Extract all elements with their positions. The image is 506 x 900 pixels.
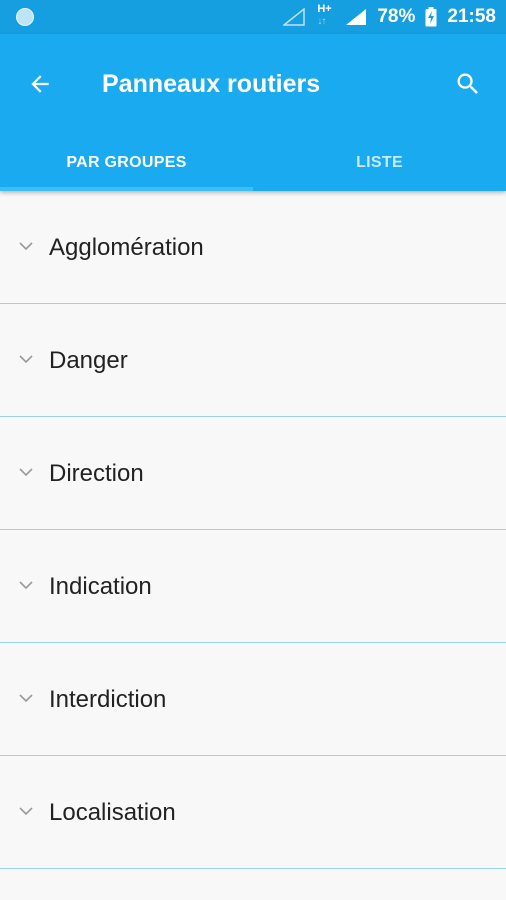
tab-par-groupes[interactable]: PAR GROUPES <box>0 134 253 191</box>
network-type-icon: H+ ↓↑ <box>317 3 332 27</box>
group-item-direction[interactable]: Direction <box>0 417 506 530</box>
group-item-danger[interactable]: Danger <box>0 304 506 417</box>
chevron-down-icon <box>19 807 33 816</box>
tab-bar: PAR GROUPES LISTE <box>0 134 506 191</box>
chevron-down-icon <box>19 468 33 477</box>
group-label: Interdiction <box>49 686 167 713</box>
group-label: Danger <box>49 347 128 374</box>
status-bar: H+ ↓↑ 78% 21:58 <box>0 0 506 34</box>
app-bar: Panneaux routiers PAR GROUPES LISTE <box>0 34 506 191</box>
chevron-down-icon <box>19 242 33 251</box>
group-label: Indication <box>49 573 152 600</box>
back-button[interactable] <box>22 66 58 102</box>
group-list: Agglomération Danger Direction Indicatio… <box>0 191 506 869</box>
battery-charging-icon <box>425 7 437 27</box>
signal-full-icon <box>346 9 367 25</box>
group-item-indication[interactable]: Indication <box>0 530 506 643</box>
clock: 21:58 <box>447 6 496 27</box>
notification-dot-icon <box>16 8 34 26</box>
chevron-down-icon <box>19 694 33 703</box>
group-item-localisation[interactable]: Localisation <box>0 756 506 869</box>
battery-percent: 78% <box>377 6 416 27</box>
status-icons: H+ ↓↑ 78% 21:58 <box>283 0 496 34</box>
tab-liste[interactable]: LISTE <box>253 134 506 191</box>
chevron-down-icon <box>19 355 33 364</box>
group-label: Agglomération <box>49 234 204 261</box>
arrow-back-icon <box>31 75 49 93</box>
data-arrows-icon: ↓↑ <box>317 16 326 27</box>
search-button[interactable] <box>450 66 486 102</box>
group-label: Direction <box>49 460 144 487</box>
page-title: Panneaux routiers <box>102 70 321 98</box>
group-label: Localisation <box>49 799 176 826</box>
group-item-interdiction[interactable]: Interdiction <box>0 643 506 756</box>
group-item-agglomeration[interactable]: Agglomération <box>0 191 506 304</box>
search-icon <box>457 73 478 94</box>
chevron-down-icon <box>19 581 33 590</box>
signal-empty-icon <box>283 8 306 26</box>
